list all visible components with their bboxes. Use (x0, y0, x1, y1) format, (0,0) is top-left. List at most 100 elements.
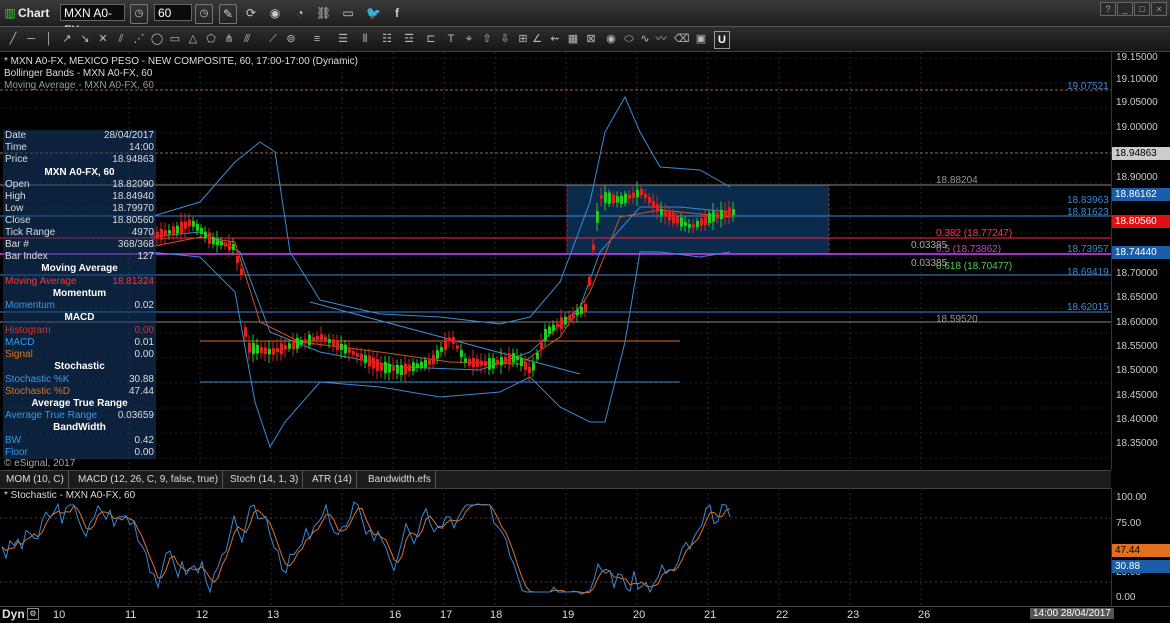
comment-icon[interactable]: ▭ (341, 4, 355, 22)
buy-arrow-tool-icon[interactable]: ⇧ (480, 31, 494, 47)
channel-tool-icon[interactable]: ⫻ (240, 31, 254, 47)
candle-body (508, 353, 511, 365)
fib-fan-tool-icon[interactable]: ☷ (376, 31, 398, 47)
interval-input[interactable]: 60 (154, 4, 192, 21)
candle-body (672, 212, 675, 224)
polygon-tool-icon[interactable]: ⬠ (204, 31, 218, 47)
candle-body (592, 244, 595, 251)
gann-tool-icon[interactable]: ☲ (398, 31, 420, 47)
dw-date-label: Date (5, 130, 27, 141)
candle-body (584, 303, 587, 312)
price-chart[interactable]: * MXN A0-FX, MEXICO PESO - NEW COMPOSITE… (0, 52, 1111, 470)
close-button[interactable]: × (1151, 2, 1167, 16)
interval-clock-icon[interactable]: ◷ (195, 4, 213, 24)
text-tool-icon[interactable]: T (444, 31, 458, 47)
dw-signal-label: Signal (5, 349, 33, 360)
dw-k-value: 30.88 (128, 374, 154, 385)
parallel-tool-icon[interactable]: ⫽ (114, 31, 128, 47)
eye-tool-icon[interactable]: ◉ (604, 31, 618, 47)
candle-body (412, 362, 415, 372)
candle-body (292, 339, 295, 350)
bb-upper-label: 19.07521 (1067, 81, 1109, 92)
time-label: 19 (562, 609, 575, 621)
dw-low-label: Low (5, 203, 24, 214)
measure-tool-icon[interactable]: ⊞ (516, 31, 530, 47)
zigzag-tool-icon[interactable]: 〰 (654, 31, 668, 47)
arrow-tool-icon[interactable]: ↘ (78, 31, 92, 47)
candle-body (468, 358, 471, 366)
fib-618-label: 0.618 (18.70477) (936, 261, 1013, 272)
price-axis[interactable]: 19.15000 19.10000 19.05000 19.00000 18.9… (1111, 52, 1170, 470)
facebook-icon[interactable]: f (390, 4, 404, 22)
candle-body (300, 339, 303, 345)
candle-body (196, 223, 199, 231)
tab-stoch[interactable]: Stoch (14, 1, 3) (226, 471, 304, 488)
grid-tool-icon[interactable]: ▦ (566, 31, 580, 47)
ellipse-tool-icon[interactable]: ◯ (150, 31, 164, 47)
candle-body (620, 195, 623, 205)
eraser-tool-icon[interactable]: ⌫ (674, 31, 690, 47)
pitchfork-tool-icon[interactable]: ⋔ (222, 31, 236, 47)
sell-arrow-tool-icon[interactable]: ⇩ (498, 31, 512, 47)
stochastic-pane[interactable]: * Stochastic - MXN A0-FX, 60 (0, 488, 1111, 606)
stoch-d-tag: 47.44 (1112, 544, 1170, 557)
time-axis[interactable]: Dyn ⚙ 10 11 12 13 16 17 18 19 20 21 22 2… (0, 606, 1170, 623)
wave-tool-icon[interactable]: ∿ (638, 31, 652, 47)
rectangle-tool-icon[interactable]: ▭ (168, 31, 182, 47)
candle-body (224, 242, 227, 247)
triangle-tool-icon[interactable]: △ (186, 31, 200, 47)
candle-body (340, 343, 343, 351)
candle-body (316, 336, 319, 340)
link-icon[interactable]: ⛓ (316, 4, 331, 22)
cross-tool-icon[interactable]: ✕ (96, 31, 110, 47)
axis-settings-icon[interactable]: ⚙ (27, 608, 39, 620)
refresh-icon[interactable]: ⟳ (244, 4, 258, 22)
trendline-tool-icon[interactable]: ╱ (6, 31, 20, 47)
horizontal-line-tool-icon[interactable]: ─ (24, 31, 38, 47)
angle-tool-icon[interactable]: ∠ (530, 31, 544, 47)
ray-tool-icon[interactable]: ↗ (60, 31, 74, 47)
tab-bandwidth[interactable]: Bandwidth.efs (364, 471, 436, 488)
symbol-clock-icon[interactable]: ◷ (130, 4, 148, 24)
minimize-button[interactable]: _ (1117, 2, 1133, 16)
fib-time-tool-icon[interactable]: ⫴ (354, 31, 376, 47)
fib-retracement-tool-icon[interactable]: ≡ (306, 31, 328, 47)
bb-level-18694: 18.69419 (1067, 267, 1109, 278)
zone-tool-icon[interactable]: ⊠ (584, 31, 598, 47)
candle-body (484, 360, 487, 367)
symbol-input[interactable]: MXN A0-FX - (60, 4, 125, 37)
candle-body (628, 194, 631, 199)
candle-body (356, 353, 359, 357)
cycle-tool-icon[interactable]: ⊚ (284, 31, 298, 47)
help-button[interactable]: ? (1100, 2, 1116, 16)
candle-body (652, 201, 655, 207)
candle-body (640, 188, 643, 196)
tab-macd[interactable]: MACD (12, 26, C, 9, false, true) (74, 471, 224, 488)
maximize-button[interactable]: □ (1134, 2, 1150, 16)
tab-atr[interactable]: ATR (14) (308, 471, 357, 488)
ellipse2-tool-icon[interactable]: ⬭ (622, 31, 636, 47)
save-drawing-icon[interactable]: ▣ (694, 31, 708, 47)
history-icon[interactable]: ◔ (293, 4, 307, 22)
fib-extension-tool-icon[interactable]: ☰ (332, 31, 354, 47)
time-label: 23 (847, 609, 860, 621)
play-icon[interactable]: ◉ (268, 4, 282, 22)
fan-tool-icon[interactable]: ⋰ (132, 31, 146, 47)
marker-tool-icon[interactable]: ⌖ (462, 31, 476, 47)
time-label: 20 (633, 609, 646, 621)
draw-pencil-icon[interactable]: ✎ (219, 4, 237, 24)
dw-signal-value: 0.00 (134, 349, 154, 360)
price-label: 18.40000 (1116, 414, 1158, 425)
twitter-icon[interactable]: 🐦 (366, 4, 381, 22)
tab-mom[interactable]: MOM (10, C) (2, 471, 69, 488)
speed-line-tool-icon[interactable]: ⇜ (548, 31, 562, 47)
candle-body (624, 193, 627, 204)
fib-arc-tool-icon[interactable]: ⊏ (420, 31, 442, 47)
regression-tool-icon[interactable]: ⟋ (266, 31, 280, 47)
last-price-tag: 18.94863 (1112, 147, 1170, 160)
candle-body (156, 231, 159, 239)
candle-body (288, 343, 291, 349)
unlock-drawing-icon[interactable]: U (714, 31, 730, 49)
candle-body (336, 340, 339, 350)
vertical-line-tool-icon[interactable]: │ (42, 31, 56, 47)
